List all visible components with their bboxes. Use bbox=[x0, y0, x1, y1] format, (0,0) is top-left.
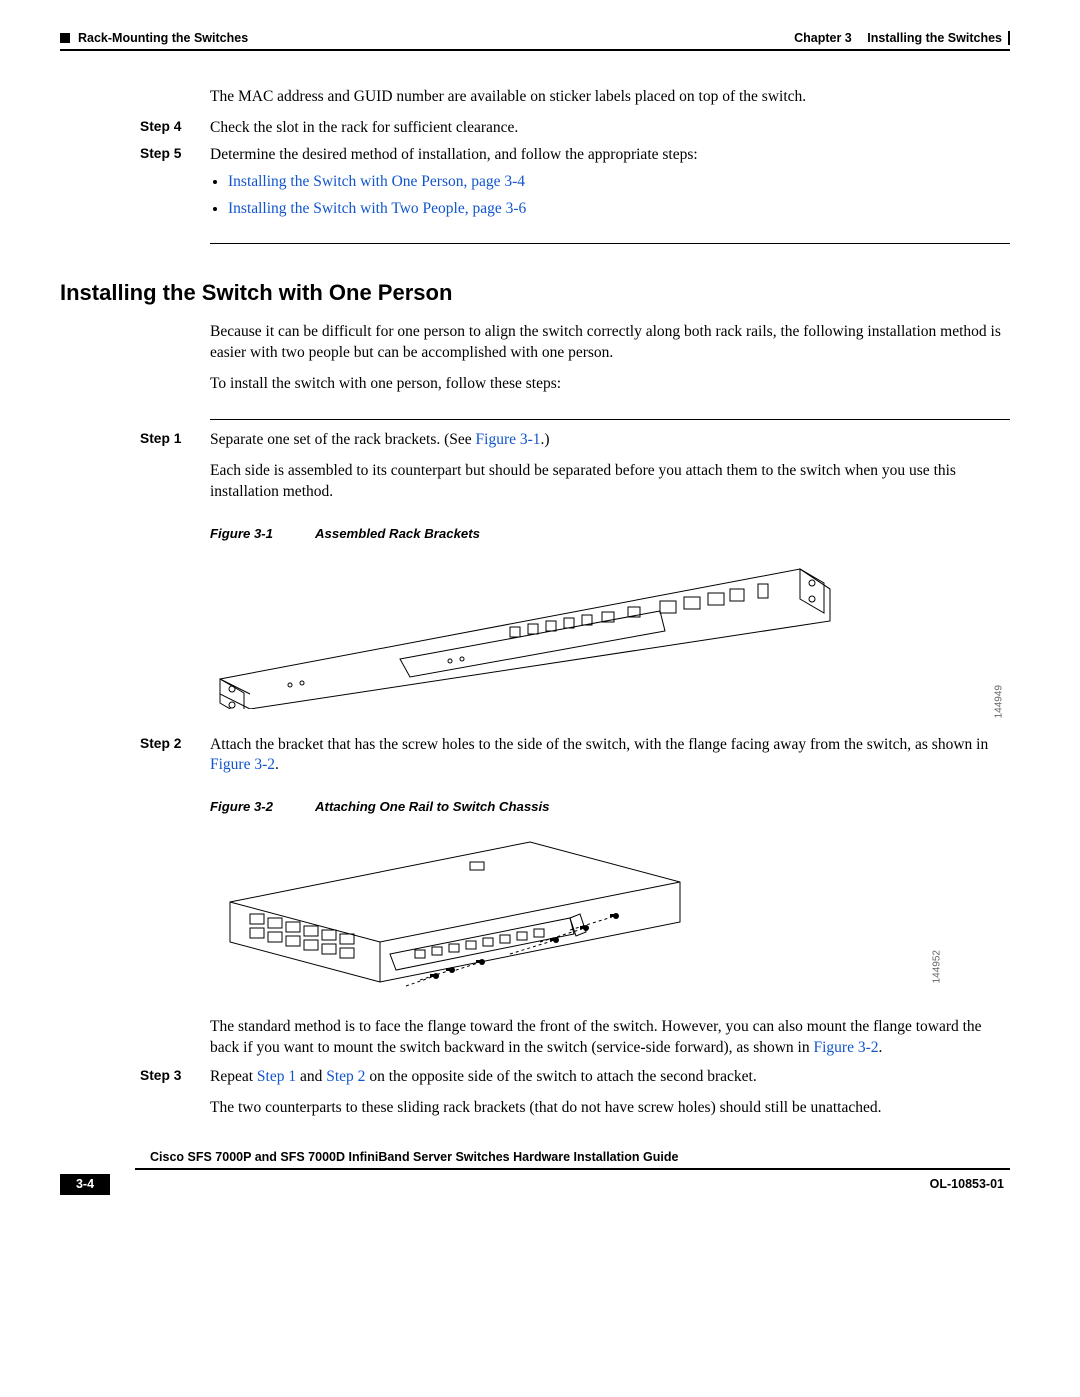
p-step-3-text-a: Repeat bbox=[210, 1068, 257, 1085]
figure-3-1-title: Assembled Rack Brackets bbox=[315, 526, 480, 541]
figure-3-2-id: 144952 bbox=[930, 950, 944, 983]
figure-3-2-title: Attaching One Rail to Switch Chassis bbox=[315, 799, 549, 814]
step-5-text: Determine the desired method of installa… bbox=[210, 145, 1010, 166]
figure-3-2-link-2[interactable]: Figure 3-2 bbox=[813, 1039, 878, 1056]
doc-number: OL-10853-01 bbox=[930, 1176, 1004, 1193]
header-bar-icon bbox=[1008, 31, 1010, 45]
figure-3-2-number: Figure 3-2 bbox=[210, 799, 273, 814]
footer-guide-title: Cisco SFS 7000P and SFS 7000D InfiniBand… bbox=[150, 1149, 1010, 1166]
header-square-icon bbox=[60, 33, 70, 43]
breadcrumb-section: Rack-Mounting the Switches bbox=[78, 30, 248, 47]
p-step-2-text-b: . bbox=[275, 756, 279, 773]
step-4-label: Step 4 bbox=[140, 118, 210, 139]
p-step-1-text-2: Each side is assembled to its counterpar… bbox=[210, 461, 1010, 503]
p-step-3-text-mid: and bbox=[296, 1068, 326, 1085]
figure-3-1: 144949 bbox=[210, 549, 1010, 709]
chapter-label: Chapter 3 bbox=[794, 30, 852, 47]
figure-3-2: 144952 bbox=[210, 822, 1010, 997]
intro-paragraph: The MAC address and GUID number are avai… bbox=[210, 87, 1010, 108]
steps-start-rule bbox=[210, 419, 1010, 420]
p-step-3-text-b: on the opposite side of the switch to at… bbox=[365, 1068, 756, 1085]
footer-rule bbox=[135, 1168, 1010, 1170]
step-1-link[interactable]: Step 1 bbox=[257, 1068, 296, 1085]
page-header: Rack-Mounting the Switches Chapter 3 Ins… bbox=[60, 30, 1010, 47]
figure-3-1-number: Figure 3-1 bbox=[210, 526, 273, 541]
step-5-bullet-2-link[interactable]: Installing the Switch with Two People, p… bbox=[228, 200, 526, 217]
post-figure-2-paragraph: The standard method is to face the flang… bbox=[210, 1017, 1010, 1059]
section-paragraph-2: To install the switch with one person, f… bbox=[210, 374, 1010, 395]
p-step-1-text-b: .) bbox=[541, 431, 550, 448]
p-step-3-label: Step 3 bbox=[140, 1067, 210, 1119]
section-paragraph-1: Because it can be difficult for one pers… bbox=[210, 322, 1010, 364]
page-footer: Cisco SFS 7000P and SFS 7000D InfiniBand… bbox=[60, 1149, 1010, 1195]
step-5-bullet-1-link[interactable]: Installing the Switch with One Person, p… bbox=[228, 173, 525, 190]
chapter-title: Installing the Switches bbox=[867, 30, 1002, 47]
figure-3-1-id: 144949 bbox=[992, 685, 1006, 718]
section-heading-one-person: Installing the Switch with One Person bbox=[60, 278, 1010, 308]
p-step-1-label: Step 1 bbox=[140, 430, 210, 729]
p-step-3-text-2: The two counterparts to these sliding ra… bbox=[210, 1098, 1010, 1119]
header-rule bbox=[60, 49, 1010, 51]
p-step-1-text-a: Separate one set of the rack brackets. (… bbox=[210, 431, 476, 448]
step-2-link[interactable]: Step 2 bbox=[326, 1068, 365, 1085]
figure-3-2-link[interactable]: Figure 3-2 bbox=[210, 756, 275, 773]
p-step-2-text-a: Attach the bracket that has the screw ho… bbox=[210, 736, 988, 753]
step-4-text: Check the slot in the rack for sufficien… bbox=[210, 118, 1010, 139]
step-5-label: Step 5 bbox=[140, 145, 210, 226]
figure-3-1-link[interactable]: Figure 3-1 bbox=[476, 431, 541, 448]
section-separator bbox=[210, 243, 1010, 244]
p-step-2-label: Step 2 bbox=[140, 735, 210, 1060]
page-number-badge: 3-4 bbox=[60, 1174, 110, 1195]
